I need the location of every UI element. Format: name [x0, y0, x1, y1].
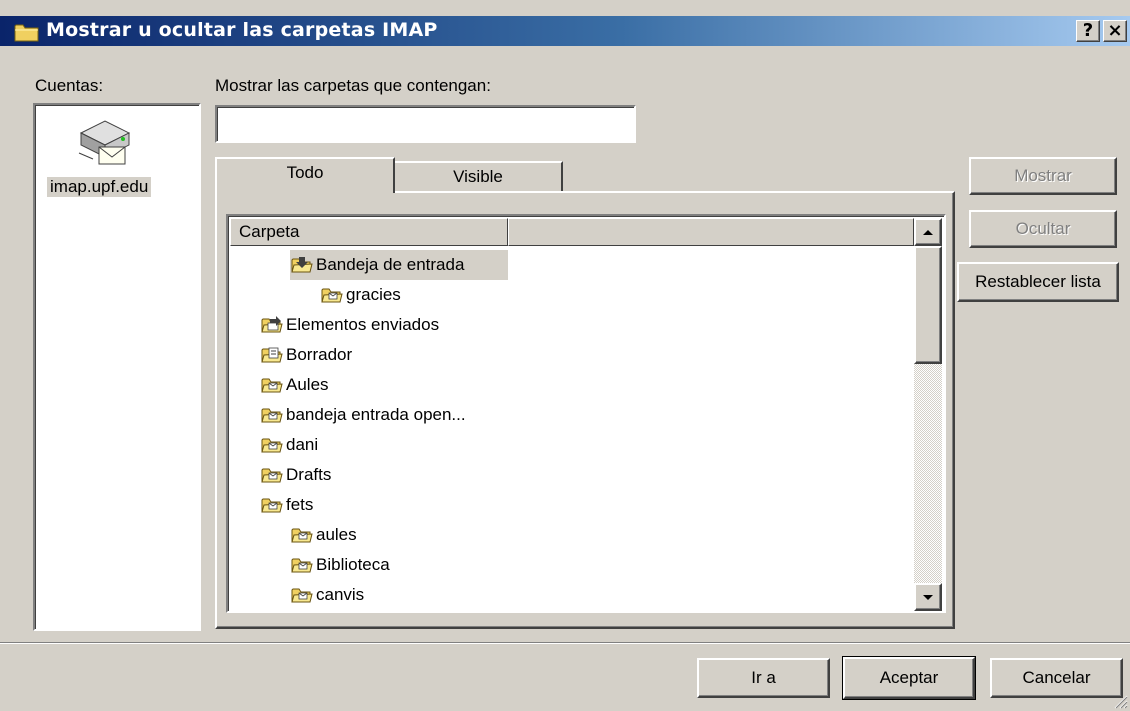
hide-button[interactable]: Ocultar	[969, 210, 1117, 248]
folder-name: Biblioteca	[316, 555, 390, 574]
folder-icon	[261, 408, 283, 423]
folder-list[interactable]: Carpeta Bandeja de entrada gracies Element…	[226, 214, 946, 613]
folder-icon	[291, 528, 313, 543]
tab-todo[interactable]: Todo	[215, 157, 395, 193]
tab-visible[interactable]: Visible	[393, 161, 563, 191]
goto-button[interactable]: Ir a	[697, 658, 830, 698]
folder-icon	[261, 438, 283, 453]
folder-name: Borrador	[286, 345, 353, 364]
cancel-button[interactable]: Cancelar	[990, 658, 1123, 698]
show-button[interactable]: Mostrar	[969, 157, 1117, 195]
folder-name: aules	[316, 525, 357, 544]
scroll-thumb[interactable]	[914, 246, 942, 364]
scroll-up-button[interactable]	[914, 218, 942, 246]
close-button[interactable]: ×	[1103, 20, 1127, 42]
folder-name: bandeja entrada open...	[286, 405, 466, 424]
folder-row[interactable]: Bandeja de entrada	[290, 250, 508, 280]
reset-list-button[interactable]: Restablecer lista	[957, 262, 1119, 302]
folder-name: Bandeja de entrada	[316, 255, 465, 274]
column-header-carpeta[interactable]: Carpeta	[230, 218, 508, 246]
folder-name: fets	[286, 495, 314, 514]
folder-icon	[261, 498, 283, 513]
folder-name: Aules	[286, 375, 329, 394]
help-button[interactable]: ?	[1076, 20, 1100, 42]
folder-icon	[14, 24, 39, 42]
accounts-label: Cuentas:	[35, 76, 104, 95]
folder-row[interactable]: Biblioteca	[290, 550, 390, 580]
folder-name: Drafts	[286, 465, 332, 484]
folder-name: dani	[286, 435, 319, 454]
scroll-down-button[interactable]	[914, 583, 942, 611]
folder-row[interactable]: Aules	[260, 370, 329, 400]
vertical-scrollbar[interactable]	[914, 218, 942, 611]
folder-row[interactable]: bandeja entrada open...	[260, 400, 466, 430]
folder-icon	[261, 468, 283, 483]
imap-server-icon	[78, 120, 131, 165]
folder-row[interactable]: dani	[260, 430, 318, 460]
accounts-list[interactable]: imap.upf.edu	[33, 103, 201, 631]
folder-row[interactable]: fets	[260, 490, 313, 520]
folder-icon	[291, 588, 313, 603]
filter-label: Mostrar las carpetas que contengan:	[215, 76, 491, 95]
folder-icon	[291, 558, 313, 573]
window-title: Mostrar u ocultar las carpetas IMAP	[46, 19, 438, 41]
account-name: imap.upf.edu	[47, 177, 152, 197]
folder-name: canvis	[316, 585, 365, 604]
folder-name: gracies	[346, 285, 401, 304]
resize-grip-icon[interactable]	[1112, 693, 1128, 709]
footer-separator	[0, 642, 1130, 644]
folder-icon	[261, 378, 283, 393]
ok-button[interactable]: Aceptar	[842, 656, 976, 700]
column-header-empty[interactable]	[508, 218, 914, 246]
folder-row[interactable]: Elementos enviados	[260, 310, 439, 340]
sent-items-icon	[261, 315, 283, 333]
folder-row[interactable]: canvis	[290, 580, 364, 610]
folder-name: Elementos enviados	[286, 315, 440, 334]
title-bar: Mostrar u ocultar las carpetas IMAP ? ×	[0, 0, 1130, 50]
folder-row[interactable]: Borrador	[260, 340, 352, 370]
arrow-down-icon	[923, 595, 933, 600]
account-item-imap[interactable]: imap.upf.edu	[35, 105, 199, 197]
folder-row[interactable]: Drafts	[260, 460, 331, 490]
arrow-up-icon	[923, 230, 933, 235]
folder-row[interactable]: gracies	[320, 280, 401, 310]
folder-row[interactable]: aules	[290, 520, 357, 550]
filter-input[interactable]	[215, 105, 636, 143]
folder-icon	[321, 288, 343, 303]
inbox-icon	[291, 256, 313, 273]
drafts-icon	[261, 347, 283, 363]
